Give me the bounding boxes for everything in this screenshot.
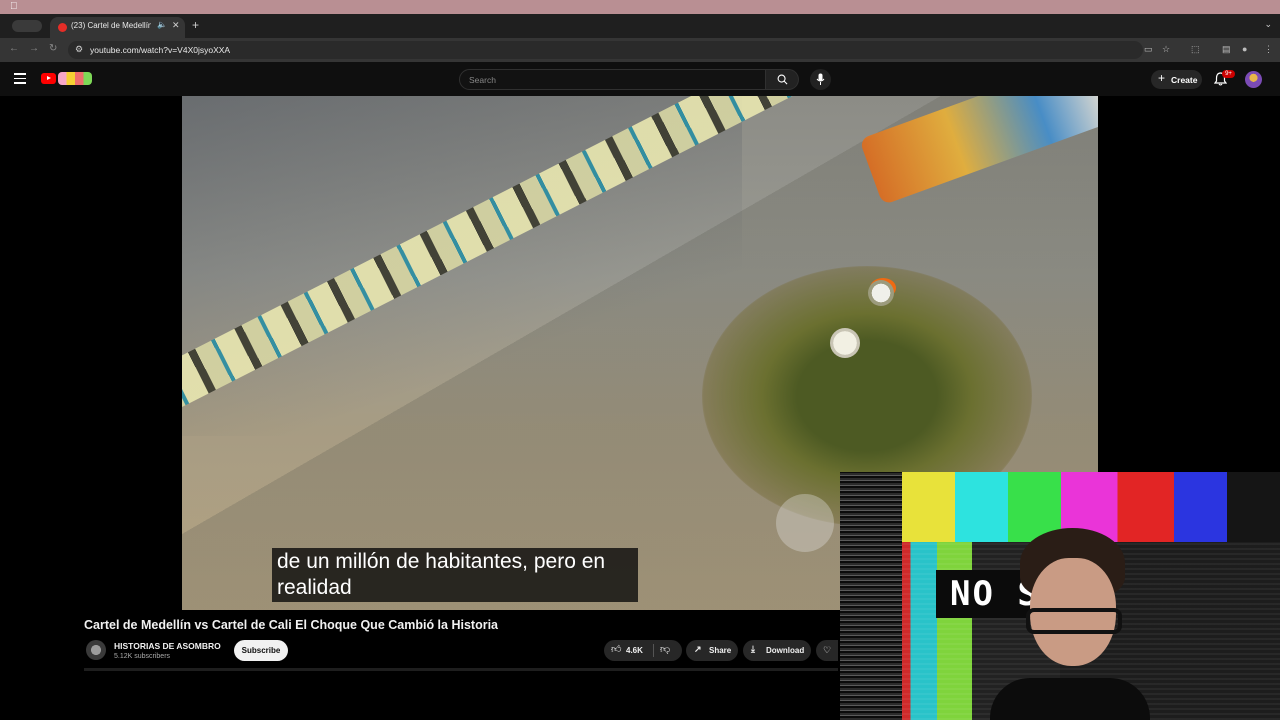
- channel-name[interactable]: HISTORIAS DE ASOMBRO: [114, 641, 221, 651]
- thanks-button[interactable]: ♡: [816, 640, 838, 661]
- like-divider: [653, 644, 654, 657]
- channel-avatar[interactable]: [86, 640, 106, 660]
- subscribe-button[interactable]: Subscribe: [234, 640, 288, 661]
- browser-tab-strip: (23) Cartel de Medellín vs 🔈 ✕ + ⌄: [0, 14, 1280, 38]
- video-frame-can: [868, 280, 894, 306]
- voice-search-button[interactable]: [810, 69, 831, 90]
- search-input[interactable]: [469, 73, 749, 87]
- new-tab-icon[interactable]: +: [192, 18, 199, 32]
- search-button[interactable]: [766, 69, 799, 90]
- streamer-person: [990, 528, 1150, 720]
- glitch-scanlines: [840, 472, 902, 720]
- youtube-logo-icon[interactable]: [41, 73, 56, 84]
- thanks-icon: ♡: [822, 645, 832, 655]
- create-label: Create: [1171, 75, 1198, 85]
- share-label: Share: [709, 646, 732, 655]
- site-settings-icon[interactable]: ⚙: [75, 44, 83, 55]
- like-count[interactable]: 4.6K: [626, 646, 643, 655]
- tab-title: (23) Cartel de Medellín vs: [71, 21, 151, 30]
- thumbs-down-icon[interactable]: 👎︎: [660, 643, 670, 655]
- menu-dots-icon[interactable]: ⋮: [1264, 44, 1273, 55]
- mic-icon: [816, 73, 825, 85]
- extension-icon[interactable]: ⬚: [1191, 44, 1200, 55]
- youtube-favicon-icon: [58, 23, 67, 32]
- cast-icon[interactable]: ▭: [1144, 44, 1153, 55]
- page-scroll-strip: [84, 668, 838, 671]
- subscriber-count: 5.12K subscribers: [114, 653, 171, 660]
- tab-group-indicator[interactable]: [12, 20, 42, 32]
- video-title: Cartel de Medellín vs Cartel de Cali El …: [84, 618, 498, 632]
- channel-watermark[interactable]: [776, 494, 834, 552]
- notification-badge: 9+: [1222, 70, 1235, 78]
- close-tab-icon[interactable]: ✕: [172, 20, 180, 31]
- extension-icon-2[interactable]: ▤: [1222, 44, 1231, 55]
- youtube-doodle[interactable]: [58, 72, 92, 85]
- video-frame-graffiti: [859, 96, 1098, 206]
- search-icon: [777, 74, 788, 85]
- plus-icon: +: [1158, 71, 1166, 85]
- search-box: [459, 69, 766, 90]
- profile-icon[interactable]: ●: [1242, 44, 1247, 54]
- download-label: Download: [766, 646, 805, 655]
- glasses-icon: [1026, 608, 1122, 634]
- video-frame-can-2: [830, 328, 860, 358]
- video-subtitle: de un millón de habitantes, pero en real…: [272, 548, 638, 602]
- browser-toolbar: ← → ↻ ⚙ youtube.com/watch?v=V4X0jsyoXXA …: [0, 38, 1280, 62]
- account-avatar[interactable]: [1245, 71, 1262, 88]
- macos-menu-bar: : [0, 0, 1280, 14]
- share-icon: ↗: [694, 644, 702, 654]
- speaker-icon[interactable]: 🔈: [157, 20, 167, 29]
- browser-tab-active[interactable]: (23) Cartel de Medellín vs 🔈 ✕: [50, 17, 185, 38]
- share-button[interactable]: ↗ Share: [686, 640, 738, 661]
- hamburger-menu-icon[interactable]: [14, 73, 26, 84]
- apple-icon[interactable]: : [10, 1, 18, 12]
- download-button[interactable]: ⤓ Download: [743, 640, 811, 661]
- tab-search-chevron-icon[interactable]: ⌄: [1264, 19, 1272, 30]
- like-dislike-group: 👍︎ 4.6K 👎︎: [604, 640, 682, 661]
- bookmark-star-icon[interactable]: ☆: [1162, 44, 1170, 55]
- forward-arrow-icon[interactable]: →: [29, 43, 39, 54]
- download-icon: ⤓: [751, 644, 755, 654]
- reload-icon[interactable]: ↻: [49, 43, 57, 54]
- thumbs-up-icon[interactable]: 👍︎: [611, 643, 621, 655]
- person-body: [990, 678, 1150, 720]
- youtube-header: + Create 9+: [0, 62, 1280, 96]
- address-bar[interactable]: ⚙ youtube.com/watch?v=V4X0jsyoXXA: [68, 41, 1143, 59]
- create-button[interactable]: + Create: [1151, 70, 1202, 89]
- webcam-overlay: NO S L: [840, 472, 1280, 720]
- url-text[interactable]: youtube.com/watch?v=V4X0jsyoXXA: [90, 45, 230, 55]
- back-arrow-icon[interactable]: ←: [9, 43, 19, 54]
